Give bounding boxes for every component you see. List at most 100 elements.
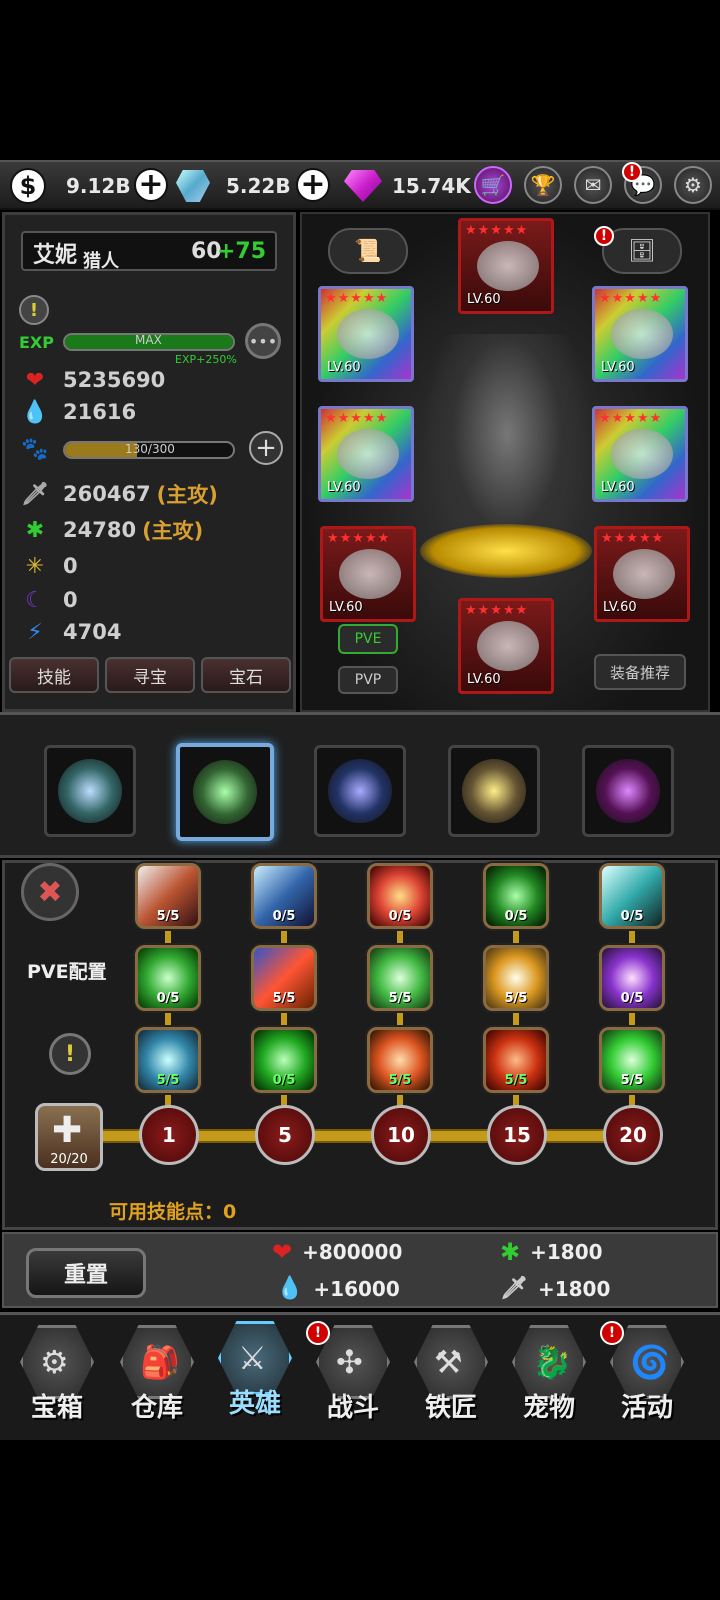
skill-heal[interactable]: 5/5 — [367, 945, 433, 1011]
treasure-tab-button[interactable]: 寻宝 — [105, 657, 195, 693]
attack-tag: (主攻) — [156, 483, 218, 507]
staff-emblem-icon — [596, 759, 660, 823]
bottom-navigation: ⚙ 宝箱 🎒 仓库 ⚔ 英雄 ✣ 战斗 ! ⚒ 铁匠 🐉 宠物 🌀 活动 ! — [0, 1312, 720, 1440]
level-node-15: 15 — [487, 1105, 547, 1165]
stat5-row: ⚡ 4704 — [21, 617, 121, 647]
stat4-row: ☾ 0 — [21, 585, 78, 615]
skill-golden-bow[interactable]: 5/5 — [483, 945, 549, 1011]
gold-pedestal — [420, 524, 592, 578]
level-node-5: 5 — [255, 1105, 315, 1165]
sword-shield-icon: ⚔ — [238, 1339, 267, 1377]
skills-tab-button[interactable]: 技能 — [9, 657, 99, 693]
add-pet-button[interactable]: + — [249, 431, 283, 465]
bonus-hp: ❤ +800000 — [272, 1238, 403, 1266]
secondary-value: 24780 — [63, 518, 137, 542]
class-tab-1[interactable] — [44, 745, 136, 837]
crystal-icon — [176, 170, 210, 202]
events-alert-badge: ! — [600, 1321, 624, 1345]
crossed-swords-icon: ✣ — [336, 1343, 363, 1381]
skill-rage[interactable]: 5/5 — [483, 1027, 549, 1093]
skill-slash[interactable]: 5/5 — [135, 863, 201, 929]
stat3-row: ✳ 0 — [21, 551, 78, 581]
weapon-slot[interactable]: ★★★★★ LV.60 — [320, 526, 416, 622]
class-tab-2[interactable] — [176, 743, 274, 841]
more-options-button[interactable]: ••• — [245, 323, 281, 359]
sun-burst-icon: ✳ — [25, 553, 45, 579]
shop-cart-icon[interactable]: 🛒 — [474, 166, 512, 204]
exp-bar-text: MAX — [135, 333, 162, 347]
skill-explosion[interactable]: 5/5 — [367, 1027, 433, 1093]
armor-slot[interactable]: ★★★★★ LV.60 — [592, 286, 688, 382]
helmet-slot[interactable]: ★★★★★ LV.60 — [458, 218, 554, 314]
close-config-button[interactable]: ✖ — [21, 863, 79, 921]
level-node-20: 20 — [603, 1105, 663, 1165]
equipment-area: 📜 🗄 ! ★★★★★ LV.60 ★★★★★ LV.60 ★★★★★ LV.60 ★… — [300, 212, 710, 712]
boots-slot[interactable]: ★★★★★ LV.60 — [458, 598, 554, 694]
green-splash-icon: ✱ — [25, 517, 45, 543]
currency-bar: $ 9.12B + 5.22B + 15.74K 🛒 🏆 ✉ 💬 ! ⚙ — [0, 160, 720, 210]
skill-venom[interactable]: 0/5 — [251, 1027, 317, 1093]
config-label: PVE配置 — [27, 961, 107, 983]
skill-dash[interactable]: 5/5 — [135, 1027, 201, 1093]
ring-slot[interactable]: ★★★★★ LV.60 — [318, 406, 414, 502]
scroll-icon[interactable]: 📜 — [328, 228, 408, 274]
skill-tree-panel: ✖ PVE配置 ! 5/5 0/5 0/5 0/5 0/5 0/5 5/5 5/… — [2, 860, 718, 1230]
class-tab-3[interactable] — [314, 745, 406, 837]
mp-value: 21616 — [63, 400, 137, 424]
nav-chest[interactable]: ⚙ 宝箱 — [14, 1319, 100, 1437]
skill-target[interactable]: 0/5 — [367, 863, 433, 929]
heart-icon: ❤ — [25, 367, 45, 393]
nav-blacksmith[interactable]: ⚒ 铁匠 — [408, 1319, 494, 1437]
secondary-row: ✱ 24780 (主攻) — [21, 515, 203, 545]
skill-vortex[interactable]: 5/5 — [599, 1027, 665, 1093]
settings-gear-icon[interactable]: ⚙ — [674, 166, 712, 204]
add-gold-button[interactable]: + — [134, 168, 168, 202]
skill-info-icon[interactable]: ! — [49, 1033, 91, 1075]
pve-button[interactable]: PVE — [338, 624, 398, 654]
nav-hero[interactable]: ⚔ 英雄 — [212, 1315, 298, 1433]
reset-button[interactable]: 重置 — [26, 1248, 146, 1298]
attack-value: 260467 — [63, 482, 151, 506]
gloves-slot[interactable]: ★★★★★ LV.60 — [592, 406, 688, 502]
green-splash-icon: ✱ — [500, 1238, 521, 1266]
nav-pets[interactable]: 🐉 宠物 — [506, 1319, 592, 1437]
recommend-equipment-button[interactable]: 装备推荐 — [594, 654, 686, 690]
class-tab-5[interactable] — [582, 745, 674, 837]
amulet-slot[interactable]: ★★★★★ LV.60 — [318, 286, 414, 382]
level-node-10: 10 — [371, 1105, 431, 1165]
stat4-value: 0 — [63, 588, 78, 612]
stat5-value: 4704 — [63, 620, 122, 644]
water-drop-icon: 💧 — [276, 1276, 304, 1301]
pvp-button[interactable]: PVP — [338, 666, 398, 694]
gem-amount: 15.74K — [392, 174, 471, 198]
skill-spirit[interactable]: 0/5 — [599, 945, 665, 1011]
bonus-secondary: ✱ +1800 — [500, 1238, 603, 1266]
gems-tab-button[interactable]: 宝石 — [201, 657, 291, 693]
exp-label: EXP — [19, 333, 54, 352]
trophy-icon[interactable]: 🏆 — [524, 166, 562, 204]
skill-arrow-burst[interactable]: 0/5 — [251, 863, 317, 929]
mp-row: 💧 21616 — [21, 397, 136, 427]
gold-amount: 9.12B — [66, 174, 131, 198]
paw-icon: 🐾 — [21, 436, 49, 462]
stat3-value: 0 — [63, 554, 78, 578]
info-alert-icon[interactable]: ! — [19, 295, 49, 325]
crossbow-emblem-icon — [193, 760, 257, 824]
sword-icon: 🗡 — [500, 1276, 528, 1301]
skill-eye[interactable]: 0/5 — [135, 945, 201, 1011]
skill-fire-arrow[interactable]: 5/5 — [251, 945, 317, 1011]
skill-poison[interactable]: 0/5 — [483, 863, 549, 929]
mail-icon[interactable]: ✉ — [574, 166, 612, 204]
water-drop-icon: 💧 — [21, 399, 49, 425]
nav-storage[interactable]: 🎒 仓库 — [114, 1319, 200, 1437]
gold-coin-icon: $ — [10, 168, 46, 204]
hero-class: 猎人 — [83, 251, 119, 272]
chest-alert-badge: ! — [594, 226, 614, 246]
skill-multishot[interactable]: 0/5 — [599, 863, 665, 929]
crystal-amount: 5.22B — [226, 174, 291, 198]
chest-icon[interactable]: 🗄 — [602, 228, 682, 274]
class-tab-4[interactable] — [448, 745, 540, 837]
add-crystal-button[interactable]: + — [296, 168, 330, 202]
skill-points-box: ✚ 20/20 — [35, 1103, 103, 1171]
offhand-slot[interactable]: ★★★★★ LV.60 — [594, 526, 690, 622]
